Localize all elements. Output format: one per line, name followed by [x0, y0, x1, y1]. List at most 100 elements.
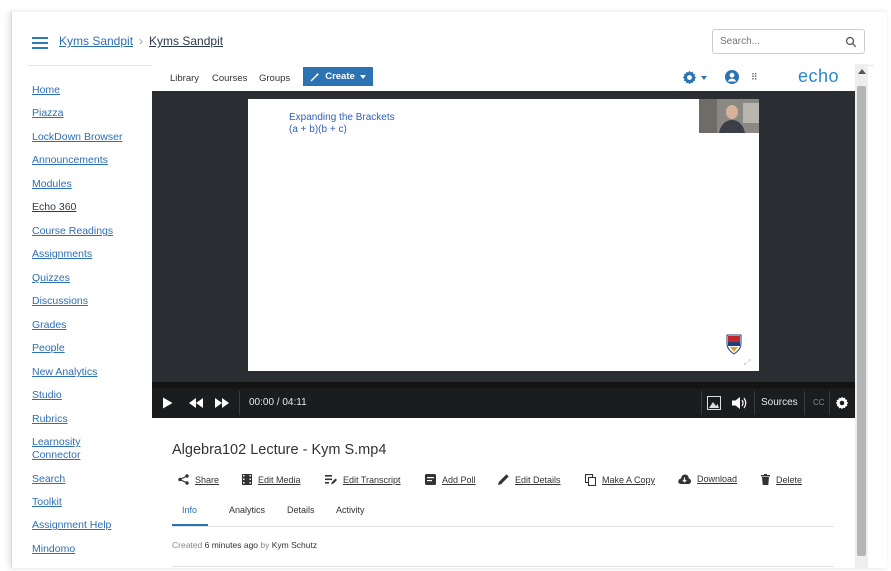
- created-by-user: Kym Schutz: [271, 540, 318, 550]
- breadcrumb-current-page[interactable]: Kyms Sandpit: [149, 34, 223, 48]
- slide-content: Expanding the Brackets (a + b)(b + c) ⤢: [248, 99, 759, 371]
- breadcrumb: Kyms Sandpit › Kyms Sandpit: [59, 34, 223, 48]
- expand-icon[interactable]: ⤢: [744, 358, 750, 368]
- nav-item-assignment-help[interactable]: Assignment Help: [32, 519, 111, 532]
- play-icon[interactable]: [162, 397, 173, 409]
- share-label: Share: [195, 474, 220, 485]
- player-controls: 00:00 / 04:11 Sources CC: [152, 388, 855, 418]
- user-account-icon[interactable]: [725, 70, 739, 84]
- scroll-up-icon[interactable]: [858, 69, 866, 74]
- edit-media-label: Edit Media: [258, 474, 301, 485]
- poll-icon: [425, 474, 436, 485]
- search-input[interactable]: [720, 36, 845, 47]
- nav-item-search[interactable]: Search: [32, 473, 65, 486]
- make-a-copy-label: Make A Copy: [602, 475, 656, 485]
- create-button-label: Create: [325, 71, 355, 82]
- film-icon: [242, 474, 252, 485]
- nav-item-grades[interactable]: Grades: [32, 319, 66, 332]
- nav-item-course-readings[interactable]: Course Readings: [32, 225, 113, 238]
- echo360-frame: Library Courses Groups Create ⠿ echo Exp…: [152, 64, 868, 568]
- edit-media-button[interactable]: Edit Media: [242, 474, 301, 485]
- share-button[interactable]: Share: [178, 474, 219, 485]
- volume-icon[interactable]: [732, 396, 748, 410]
- sources-button[interactable]: Sources: [761, 397, 798, 408]
- tab-courses[interactable]: Courses: [212, 73, 247, 84]
- chevron-down-icon[interactable]: [701, 76, 707, 80]
- nav-item-home[interactable]: Home: [32, 84, 60, 97]
- add-poll-label: Add Poll: [442, 474, 476, 485]
- edit-details-button[interactable]: Edit Details: [498, 474, 561, 485]
- browser-page: Kyms Sandpit › Kyms Sandpit Home Piazza …: [11, 12, 887, 568]
- nav-item-lockdown-browser[interactable]: LockDown Browser: [32, 131, 122, 144]
- controls-divider: [239, 391, 240, 415]
- nav-item-people[interactable]: People: [32, 342, 65, 355]
- nav-item-announcements[interactable]: Announcements: [32, 154, 108, 167]
- media-title: Algebra102 Lecture - Kym S.mp4: [172, 442, 387, 458]
- presenter-camera-thumbnail[interactable]: [699, 99, 759, 133]
- controls-divider: [754, 391, 755, 415]
- closed-captions-button[interactable]: CC: [813, 398, 825, 407]
- video-player[interactable]: Expanding the Brackets (a + b)(b + c) ⤢ …: [152, 91, 855, 418]
- presenter-image: [699, 99, 759, 133]
- nav-item-modules[interactable]: Modules: [32, 178, 72, 191]
- hamburger-menu-icon[interactable]: [32, 37, 48, 49]
- transcript-edit-icon: [325, 475, 337, 485]
- tab-info[interactable]: Info: [182, 505, 197, 515]
- nav-item-assignments[interactable]: Assignments: [32, 248, 92, 261]
- edit-details-label: Edit Details: [515, 474, 561, 485]
- content-divider: [172, 566, 834, 567]
- breadcrumb-course-link[interactable]: Kyms Sandpit: [59, 34, 133, 48]
- search-icon[interactable]: [845, 36, 857, 48]
- rewind-icon[interactable]: [189, 398, 203, 408]
- slide-title: Expanding the Brackets (a + b)(b + c): [289, 112, 395, 136]
- echo-toolbar: Library Courses Groups Create ⠿ echo: [152, 64, 868, 91]
- create-button[interactable]: Create: [303, 67, 373, 86]
- tabs-divider: [172, 526, 834, 527]
- copy-icon: [585, 474, 596, 486]
- created-time: 6 minutes ago: [204, 540, 259, 550]
- delete-button[interactable]: Delete: [761, 474, 802, 485]
- university-crest-logo: [726, 334, 742, 355]
- controls-divider: [829, 391, 830, 415]
- echo-scrollbar[interactable]: [855, 64, 868, 568]
- nav-item-quizzes[interactable]: Quizzes: [32, 272, 70, 285]
- nav-item-piazza[interactable]: Piazza: [32, 107, 64, 120]
- tab-details[interactable]: Details: [287, 505, 315, 515]
- nav-item-echo-360[interactable]: Echo 360: [32, 201, 76, 214]
- nav-item-toolkit[interactable]: Toolkit: [32, 496, 62, 509]
- more-menu-icon[interactable]: ⠿: [751, 72, 758, 83]
- make-a-copy-button[interactable]: Make A Copy: [585, 474, 655, 486]
- trash-icon: [761, 474, 770, 485]
- tab-activity[interactable]: Activity: [336, 505, 365, 515]
- picture-in-picture-icon[interactable]: [707, 396, 721, 410]
- tab-analytics[interactable]: Analytics: [229, 505, 265, 515]
- download-button[interactable]: Download: [678, 474, 737, 484]
- cloud-download-icon: [678, 474, 691, 484]
- add-poll-button[interactable]: Add Poll: [425, 474, 476, 485]
- nav-item-studio[interactable]: Studio: [32, 389, 62, 402]
- breadcrumb-separator: ›: [139, 34, 144, 48]
- scrollbar-thumb[interactable]: [857, 86, 866, 556]
- global-search[interactable]: [712, 29, 865, 54]
- download-label: Download: [697, 474, 738, 484]
- created-info: Created 6 minutes ago by Kym Schutz: [172, 540, 317, 550]
- nav-item-learnosity-connector[interactable]: Learnosity Connector: [32, 436, 102, 462]
- share-icon: [178, 474, 189, 485]
- edit-transcript-button[interactable]: Edit Transcript: [325, 474, 401, 485]
- gear-icon[interactable]: [682, 70, 697, 85]
- fast-forward-icon[interactable]: [215, 398, 229, 408]
- created-by-word: by: [260, 540, 270, 550]
- echo-logo: echo: [798, 66, 840, 86]
- nav-item-new-analytics[interactable]: New Analytics: [32, 366, 97, 379]
- slide-equation: (a + b)(b + c): [289, 124, 347, 135]
- tab-groups[interactable]: Groups: [259, 73, 290, 84]
- created-prefix: Created: [172, 540, 203, 550]
- chevron-down-icon: [359, 74, 366, 79]
- settings-gear-icon[interactable]: [835, 396, 849, 410]
- slide-title-line-1: Expanding the Brackets: [289, 112, 395, 123]
- nav-item-discussions[interactable]: Discussions: [32, 295, 88, 308]
- magic-wand-icon: [310, 72, 320, 81]
- nav-item-mindomo[interactable]: Mindomo: [32, 543, 75, 556]
- tab-library[interactable]: Library: [170, 73, 199, 84]
- nav-item-rubrics[interactable]: Rubrics: [32, 413, 68, 426]
